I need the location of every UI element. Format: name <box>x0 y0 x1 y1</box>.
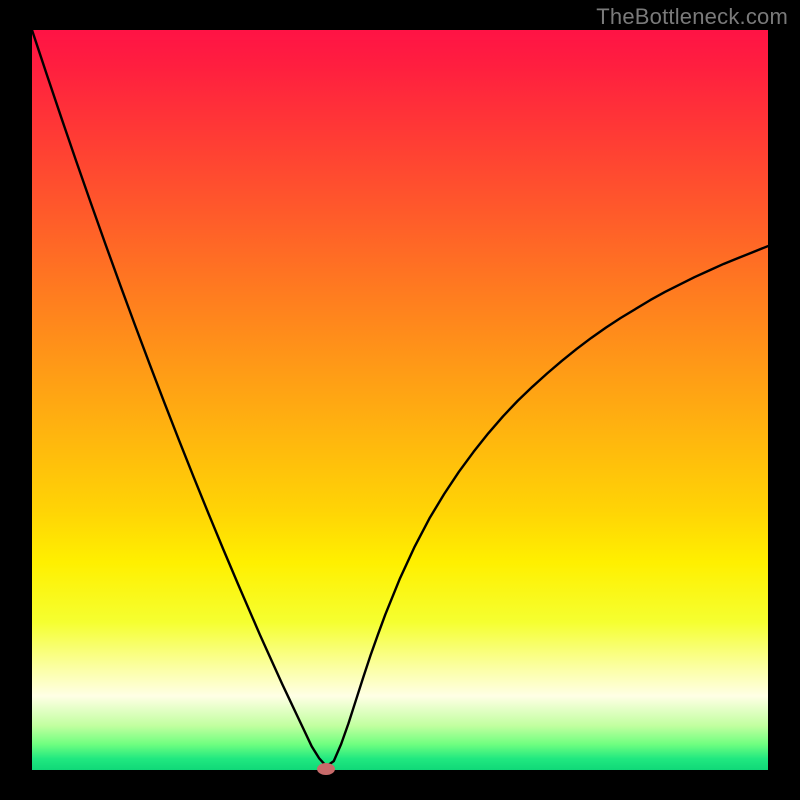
bottleneck-curve-chart <box>32 30 768 770</box>
plot-background <box>32 30 768 770</box>
optimal-point-marker <box>317 763 335 775</box>
chart-frame: TheBottleneck.com <box>0 0 800 800</box>
watermark-text: TheBottleneck.com <box>596 4 788 30</box>
